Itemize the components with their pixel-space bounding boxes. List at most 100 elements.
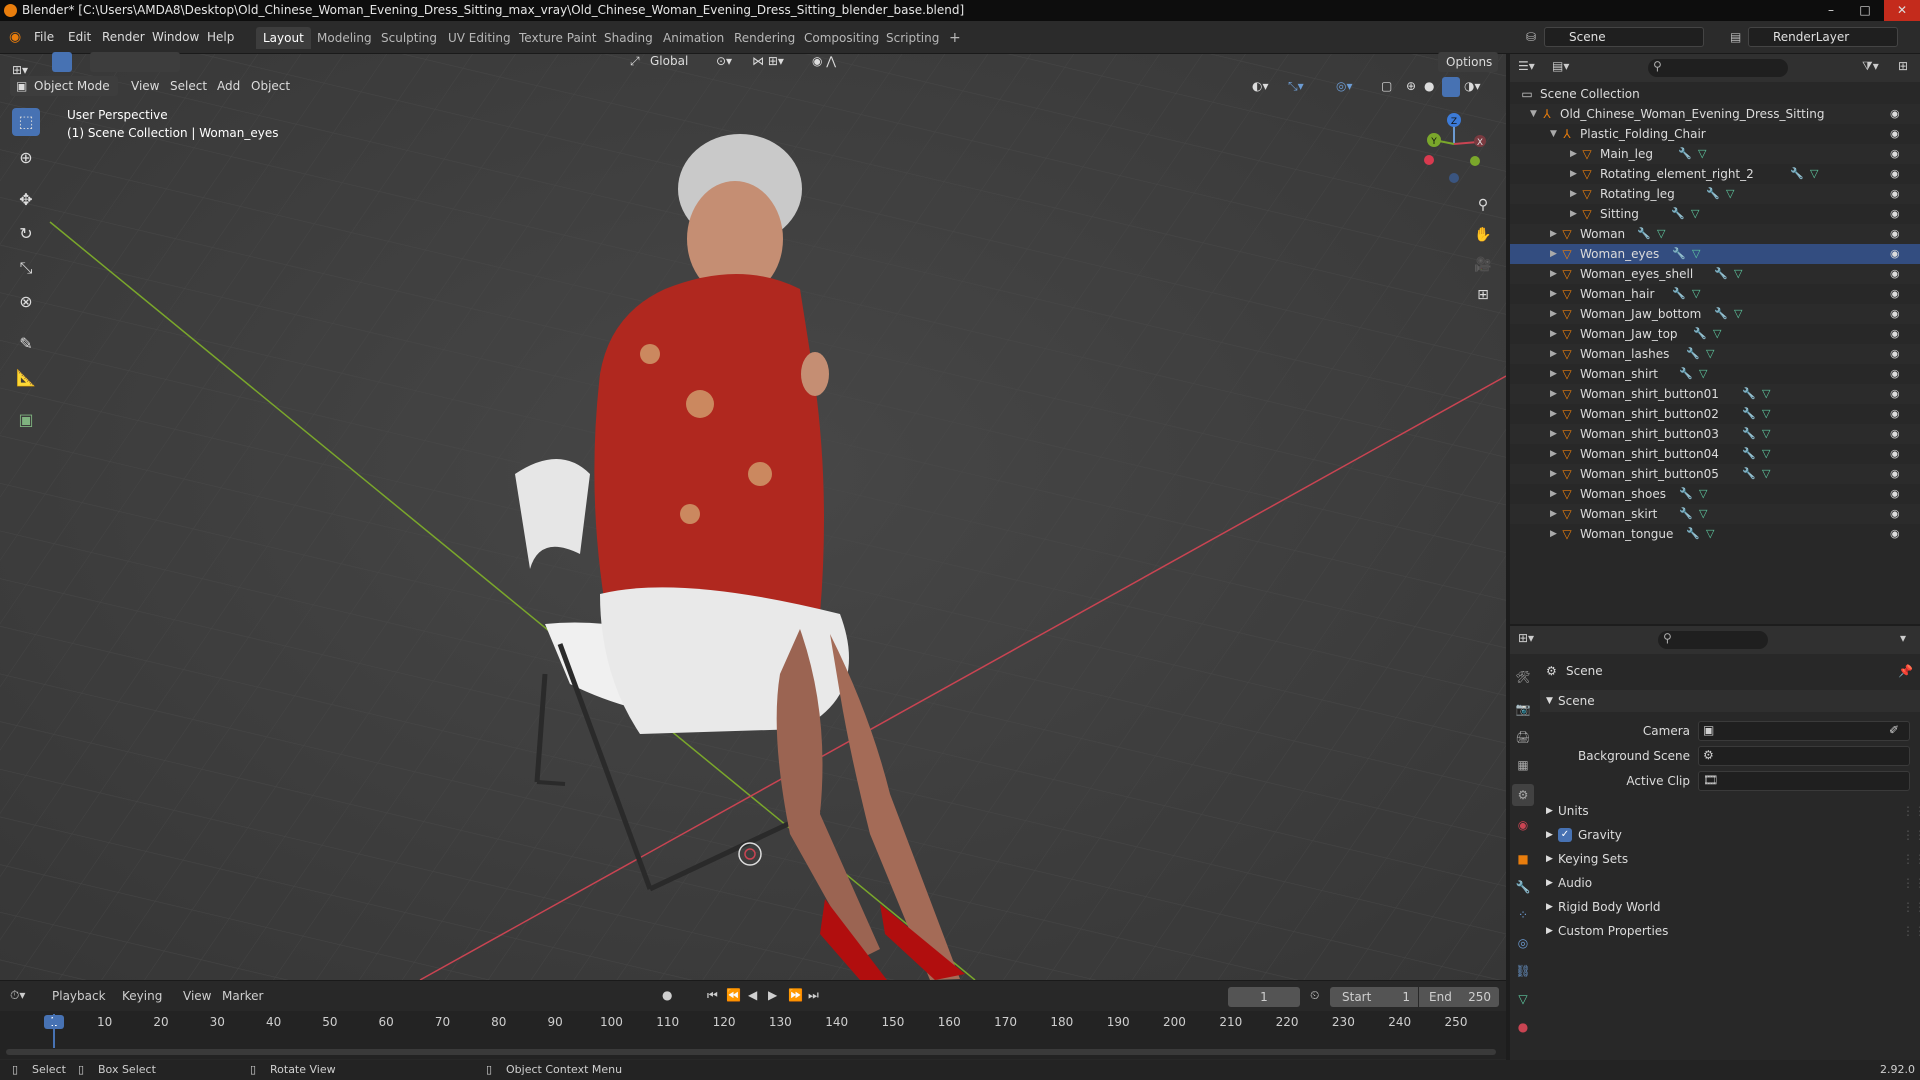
modifier-wrench-icon[interactable]: 🔧 <box>1637 224 1651 244</box>
visibility-eye-icon[interactable]: ◉ <box>1890 184 1900 204</box>
workspace-tab-rendering[interactable]: Rendering <box>727 27 802 49</box>
select-mode-tweak-icon[interactable] <box>52 52 72 72</box>
mesh-data-icon[interactable]: ▽ <box>1762 384 1770 404</box>
expand-arrow-icon[interactable]: ▶ <box>1550 264 1560 284</box>
timeline-editor-icon[interactable]: ⏱▾ <box>10 988 25 1003</box>
visibility-eye-icon[interactable]: ◉ <box>1890 244 1900 264</box>
outliner-root-collection[interactable]: ▭ Scene Collection <box>1510 84 1920 104</box>
visibility-eye-icon[interactable]: ◉ <box>1890 324 1900 344</box>
mesh-data-icon[interactable]: ▽ <box>1699 484 1707 504</box>
visibility-eye-icon[interactable]: ◉ <box>1890 524 1900 544</box>
mesh-data-icon[interactable]: ▽ <box>1810 164 1818 184</box>
modifier-wrench-icon[interactable]: 🔧 <box>1671 204 1685 224</box>
modifier-wrench-icon[interactable]: 🔧 <box>1742 424 1756 444</box>
viewport-menu-add[interactable]: Add <box>217 76 240 96</box>
add-cube-tool-icon[interactable]: ▣ <box>12 406 40 434</box>
modifier-wrench-icon[interactable]: 🔧 <box>1678 144 1692 164</box>
outliner-item[interactable]: ▶ ▽ Woman_shirt_button03 🔧 ▽ ◉ <box>1510 424 1920 444</box>
rotate-tool-icon[interactable]: ↻ <box>12 220 40 248</box>
mesh-data-icon[interactable]: ▽ <box>1699 364 1707 384</box>
eyedropper-icon[interactable]: ✐ <box>1889 723 1899 737</box>
modifier-wrench-icon[interactable]: 🔧 <box>1714 264 1728 284</box>
play-reverse-icon[interactable]: ◀ <box>748 988 757 1002</box>
outliner-editor-icon[interactable]: ☰▾ <box>1518 59 1535 73</box>
zoom-icon[interactable]: ⚲ <box>1470 192 1496 218</box>
outliner-item[interactable]: ▶ ▽ Woman_shirt_button04 🔧 ▽ ◉ <box>1510 444 1920 464</box>
drag-handle-icon[interactable]: ⋮⋮ <box>1902 896 1920 918</box>
play-icon[interactable]: ▶ <box>768 988 777 1002</box>
material-properties-tab-icon[interactable]: ● <box>1512 1016 1534 1038</box>
pan-hand-icon[interactable]: ✋ <box>1470 222 1496 248</box>
modifier-wrench-icon[interactable]: 🔧 <box>1679 364 1693 384</box>
workspace-tab-uv-editing[interactable]: UV Editing <box>441 27 518 49</box>
visibility-eye-icon[interactable]: ◉ <box>1890 104 1900 124</box>
outliner-item[interactable]: ▶ ▽ Rotating_element_right_2 🔧 ▽ ◉ <box>1510 164 1920 184</box>
mesh-data-icon[interactable]: ▽ <box>1692 244 1700 264</box>
menu-edit[interactable]: Edit <box>68 27 91 47</box>
outliner-item[interactable]: ▶ ▽ Main_leg 🔧 ▽ ◉ <box>1510 144 1920 164</box>
visibility-eye-icon[interactable]: ◉ <box>1890 364 1900 384</box>
jump-keyframe-back-icon[interactable]: ⏪ <box>726 988 741 1002</box>
drag-handle-icon[interactable]: ⋮⋮ <box>1902 848 1920 870</box>
visibility-eye-icon[interactable]: ◉ <box>1890 444 1900 464</box>
current-frame-field[interactable]: 1 <box>1228 987 1300 1007</box>
tool-properties-tab-icon[interactable]: 🛠 <box>1512 666 1534 688</box>
outliner-item[interactable]: ▶ ▽ Sitting 🔧 ▽ ◉ <box>1510 204 1920 224</box>
expand-arrow-icon[interactable]: ▶ <box>1550 404 1560 424</box>
expand-arrow-icon[interactable]: ▶ <box>1550 324 1560 344</box>
outliner-item[interactable]: ▶ ▽ Woman_shoes 🔧 ▽ ◉ <box>1510 484 1920 504</box>
expand-arrow-icon[interactable]: ▶ <box>1550 524 1560 544</box>
select-box-tool-icon[interactable]: ⬚ <box>12 108 40 136</box>
shading-wireframe-icon[interactable]: ⊕ <box>1406 76 1416 96</box>
start-frame-field[interactable]: Start 1 <box>1330 987 1418 1007</box>
end-frame-field[interactable]: End 250 <box>1419 987 1499 1007</box>
properties-section-header[interactable]: ▶ Keying Sets ⋮⋮ <box>1540 848 1920 870</box>
visibility-eye-icon[interactable]: ◉ <box>1890 484 1900 504</box>
properties-section-header[interactable]: ▶ ✓ Gravity ⋮⋮ <box>1540 824 1920 846</box>
outliner-item[interactable]: ▶ ▽ Woman_eyes 🔧 ▽ ◉ <box>1510 244 1920 264</box>
visibility-eye-icon[interactable]: ◉ <box>1890 224 1900 244</box>
visibility-eye-icon[interactable]: ◉ <box>1890 424 1900 444</box>
pin-icon[interactable]: 📌 <box>1898 660 1913 682</box>
mesh-data-icon[interactable]: ▽ <box>1762 404 1770 424</box>
overlay-toggle-icon[interactable]: ◎▾ <box>1336 76 1353 96</box>
outliner-item[interactable]: ▶ ▽ Woman_shirt_button02 🔧 ▽ ◉ <box>1510 404 1920 424</box>
mesh-data-icon[interactable]: ▽ <box>1734 264 1742 284</box>
expand-arrow-icon[interactable]: ▶ <box>1550 344 1560 364</box>
timeline-menu-view[interactable]: View <box>183 989 211 1003</box>
modifier-wrench-icon[interactable]: 🔧 <box>1679 504 1693 524</box>
visibility-eye-icon[interactable]: ◉ <box>1890 284 1900 304</box>
expand-arrow-icon[interactable]: ▶ <box>1570 184 1580 204</box>
outliner-item[interactable]: ▶ ▽ Woman_Jaw_top 🔧 ▽ ◉ <box>1510 324 1920 344</box>
outliner-item[interactable]: ▶ ▽ Woman_skirt 🔧 ▽ ◉ <box>1510 504 1920 524</box>
mesh-data-icon[interactable]: ▽ <box>1692 284 1700 304</box>
mesh-data-icon[interactable]: ▽ <box>1734 304 1742 324</box>
scene-selector[interactable]: Scene <box>1544 27 1704 47</box>
camera-field[interactable]: ▣ ✐ <box>1698 721 1910 741</box>
visibility-eye-icon[interactable]: ◉ <box>1890 264 1900 284</box>
move-tool-icon[interactable]: ✥ <box>12 186 40 214</box>
gizmo-toggle-icon[interactable]: ⤡▾ <box>1288 76 1304 96</box>
outliner-item[interactable]: ▶ ▽ Woman_Jaw_bottom 🔧 ▽ ◉ <box>1510 304 1920 324</box>
shading-rendered-icon[interactable]: ◑▾ <box>1464 76 1481 96</box>
visibility-icon[interactable]: ◐▾ <box>1252 76 1269 96</box>
mesh-data-icon[interactable]: ▽ <box>1699 504 1707 524</box>
viewport-menu-object[interactable]: Object <box>251 76 290 96</box>
background-scene-field[interactable]: ⚙ <box>1698 746 1910 766</box>
properties-options-icon[interactable]: ▾ <box>1900 631 1906 645</box>
close-button[interactable]: ✕ <box>1884 0 1920 21</box>
cursor-tool-icon[interactable]: ⊕ <box>12 144 40 172</box>
blender-menu-icon[interactable]: ◉ <box>9 27 21 47</box>
shading-solid-icon[interactable]: ● <box>1424 76 1434 96</box>
maximize-button[interactable]: □ <box>1850 0 1880 21</box>
expand-arrow-icon[interactable]: ▼ <box>1550 124 1560 144</box>
transform-tool-icon[interactable]: ⊗ <box>12 288 40 316</box>
visibility-eye-icon[interactable]: ◉ <box>1890 404 1900 424</box>
timeline-menu-playback[interactable]: Playback <box>52 989 106 1003</box>
pivot-point-icon[interactable]: ⊙▾ <box>716 51 732 71</box>
expand-arrow-icon[interactable]: ▶ <box>1570 164 1580 184</box>
visibility-eye-icon[interactable]: ◉ <box>1890 144 1900 164</box>
visibility-eye-icon[interactable]: ◉ <box>1890 384 1900 404</box>
object-properties-tab-icon[interactable]: ■ <box>1512 848 1534 870</box>
jump-end-icon[interactable]: ⏭ <box>808 988 819 1003</box>
